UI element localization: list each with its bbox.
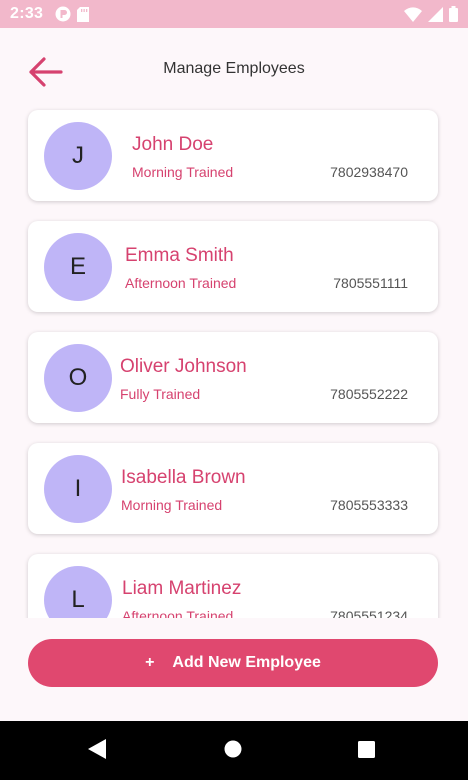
employee-name: Liam Martinez [122,578,242,599]
page-title: Manage Employees [163,60,305,77]
employee-phone: 7805552222 [330,386,408,402]
triangle-back-icon[interactable] [88,739,106,764]
wifi-icon [404,6,422,22]
employee-card[interactable]: E Emma Smith Afternoon Trained 780555111… [28,221,438,312]
circle-home-icon[interactable] [224,739,242,764]
navigation-bar [0,721,468,780]
status-time: 2:33 [10,5,44,22]
avatar: J [44,122,112,190]
add-employee-button[interactable]: + Add New Employee [28,639,438,687]
signal-icon [428,6,443,22]
app-notification-icon [55,6,71,22]
add-employee-label: Add New Employee [172,654,321,671]
status-bar: 2:33 [0,0,468,28]
employee-name: Emma Smith [125,245,234,266]
employee-name: Isabella Brown [121,467,246,488]
employee-card[interactable]: J John Doe Morning Trained 7802938470 [28,110,438,201]
status-left-icons [55,6,90,22]
employee-name: John Doe [132,134,214,155]
employee-list[interactable]: J John Doe Morning Trained 7802938470 E … [0,104,468,618]
header: Manage Employees [0,40,468,104]
employee-training: Morning Trained [121,497,223,513]
employee-card[interactable]: I Isabella Brown Morning Trained 7805553… [28,443,438,534]
avatar: O [44,344,112,412]
employee-phone: 7805551234 [330,608,408,618]
avatar: E [44,233,112,301]
employee-name: Oliver Johnson [120,356,247,377]
employee-phone: 7802938470 [330,164,408,180]
employee-training: Fully Trained [120,386,201,402]
employee-training: Afternoon Trained [125,275,237,291]
sd-card-icon [77,6,90,22]
employee-training: Morning Trained [132,164,234,180]
employee-phone: 7805553333 [330,497,408,513]
battery-icon [449,6,458,22]
avatar: I [44,455,112,523]
avatar: L [44,566,112,618]
status-right-icons [404,6,458,22]
screen: 2:33 Manage Employees J John Doe Morning… [0,0,468,780]
employee-phone: 7805551111 [333,275,408,291]
employee-card[interactable]: L Liam Martinez Afternoon Trained 780555… [28,554,438,618]
square-recents-icon[interactable] [358,739,375,764]
plus-icon: + [145,654,155,671]
employee-training: Afternoon Trained [122,608,234,618]
employee-card[interactable]: O Oliver Johnson Fully Trained 780555222… [28,332,438,423]
